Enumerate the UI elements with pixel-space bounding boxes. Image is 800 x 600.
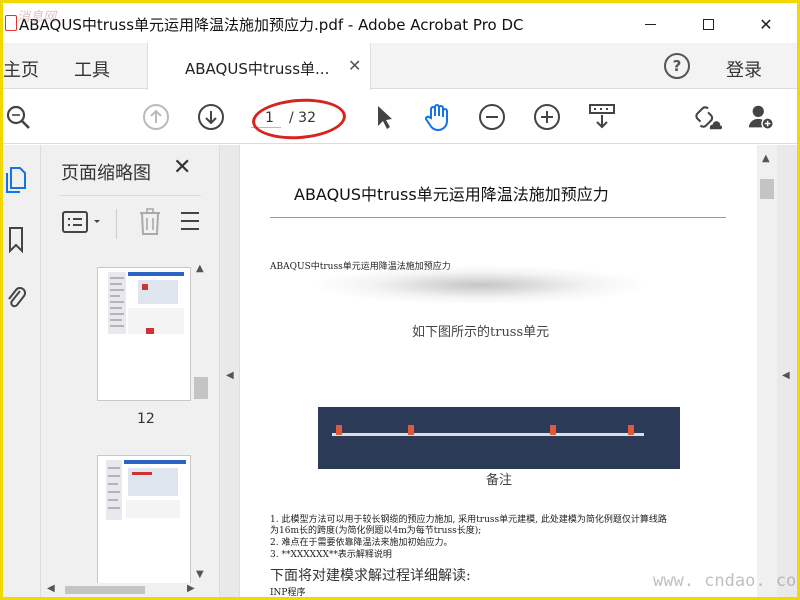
prev-page-icon[interactable]: [141, 102, 171, 132]
maximize-icon: [702, 18, 714, 30]
tab-tools[interactable]: 工具: [74, 56, 110, 82]
load-marker: [408, 425, 414, 435]
page-fit-icon[interactable]: [587, 102, 617, 132]
truss-beam: [332, 433, 644, 436]
load-marker: [336, 425, 342, 435]
collapse-left-icon: ◀: [226, 370, 234, 381]
title-bar: ABAQUS中truss单元运用降温法施加预应力.pdf - Adobe Acr…: [3, 3, 797, 43]
page-thumbnail[interactable]: [97, 267, 191, 401]
scroll-up-icon[interactable]: ▲: [762, 153, 770, 164]
scroll-thumb[interactable]: [760, 179, 774, 199]
thumbnails-panel: 页面缩略图 ✕ 12 ▲ ▼ ◀ ▶: [41, 145, 219, 597]
search-icon[interactable]: [3, 102, 33, 132]
section-line: 下面将对建模求解过程详细解读:: [270, 568, 471, 584]
share-link-icon[interactable]: [693, 102, 723, 132]
app-window: ABAQUS中truss单元运用降温法施加预应力.pdf - Adobe Acr…: [3, 3, 797, 597]
extract-page-icon[interactable]: [179, 209, 203, 241]
inp-label: INP程序: [270, 588, 306, 597]
decorative-swoosh: [310, 265, 650, 305]
red-annotation-oval: [250, 95, 348, 143]
add-user-icon[interactable]: [747, 102, 777, 132]
heading-rule: [270, 217, 726, 218]
page-thumbnails-icon[interactable]: [3, 165, 29, 195]
watermark-top-left: 消息网: [17, 10, 57, 25]
toolbar: 1 / 32: [3, 90, 797, 144]
scroll-right-icon[interactable]: ▶: [187, 583, 195, 594]
panel-divider: [59, 195, 201, 196]
document-vertical-scrollbar[interactable]: ▲: [757, 145, 777, 597]
tab-home[interactable]: 主页: [3, 56, 39, 82]
paragraph-line: 2. 难点在于需要依靠降温法来施加初始应力。: [270, 538, 453, 548]
paragraph-line: 1. 此模型方法可以用于较长钢缆的预应力施加, 采用truss单元建模, 此处建…: [270, 515, 667, 525]
close-icon: ✕: [759, 14, 773, 34]
next-page-icon[interactable]: [196, 102, 226, 132]
document-heading: ABAQUS中truss单元运用降温法施加预应力: [294, 185, 609, 204]
toolbar-divider: [116, 209, 117, 239]
attachment-icon[interactable]: [3, 281, 29, 311]
zoom-out-icon[interactable]: [477, 102, 507, 132]
thumbnail-options-icon[interactable]: [61, 209, 105, 239]
panel-title: 页面缩略图: [61, 163, 151, 184]
scroll-left-icon[interactable]: ◀: [47, 583, 55, 594]
load-marker: [628, 425, 634, 435]
load-marker: [550, 425, 556, 435]
hand-tool-icon[interactable]: [423, 102, 453, 132]
close-tab-button[interactable]: ✕: [348, 56, 361, 75]
login-button[interactable]: 登录: [726, 56, 762, 82]
paragraph-line: 3. **XXXXXX**表示解释说明: [270, 550, 392, 560]
scroll-down-icon[interactable]: ▼: [196, 569, 204, 580]
figure-caption: 如下图所示的truss单元: [412, 325, 550, 340]
scroll-up-icon[interactable]: ▲: [196, 263, 204, 274]
select-arrow-icon[interactable]: [369, 102, 399, 132]
truss-model-image: [318, 407, 680, 469]
document-tab-label: ABAQUS中truss单...: [185, 60, 330, 78]
minimize-icon: [644, 23, 656, 25]
window-title: ABAQUS中truss单元运用降温法施加预应力.pdf - Adobe Acr…: [19, 16, 524, 34]
thumbnails-horizontal-scrollbar[interactable]: ◀ ▶: [43, 583, 213, 597]
paragraph-line: 为16m长的跨度(为简化例题以4m为每节truss长度);: [270, 526, 482, 536]
thumbnails-vertical-scrollbar[interactable]: ▲ ▼: [191, 257, 211, 583]
close-window-button[interactable]: ✕: [751, 9, 781, 39]
left-pane-collapse-handle[interactable]: ◀: [219, 145, 239, 597]
close-panel-button[interactable]: ✕: [173, 155, 191, 180]
right-pane-collapse-handle[interactable]: ◀: [777, 145, 797, 597]
scroll-thumb[interactable]: [65, 586, 145, 594]
delete-page-icon[interactable]: [137, 207, 163, 241]
scroll-thumb[interactable]: [194, 377, 208, 399]
document-view: ABAQUS中truss单元运用降温法施加预应力 ABAQUS中truss单元运…: [239, 145, 759, 597]
zoom-in-icon[interactable]: [532, 102, 562, 132]
minimize-button[interactable]: [635, 9, 665, 39]
pdf-file-icon: [5, 15, 17, 31]
bookmark-icon[interactable]: [3, 225, 29, 255]
watermark-bottom-right: www. cndao. com: [653, 571, 797, 591]
figure-note: 备注: [486, 473, 513, 488]
page-thumbnail[interactable]: [97, 455, 191, 597]
help-icon[interactable]: ?: [664, 53, 690, 79]
left-icon-rail: [3, 145, 41, 597]
expand-right-icon: ◀: [782, 370, 790, 381]
document-tab[interactable]: ABAQUS中truss单... ✕: [147, 43, 371, 90]
tab-bar: 主页 工具 ABAQUS中truss单... ✕ ? 登录: [3, 43, 797, 90]
maximize-button[interactable]: [693, 9, 723, 39]
thumbnail-page-number: 12: [137, 411, 155, 427]
